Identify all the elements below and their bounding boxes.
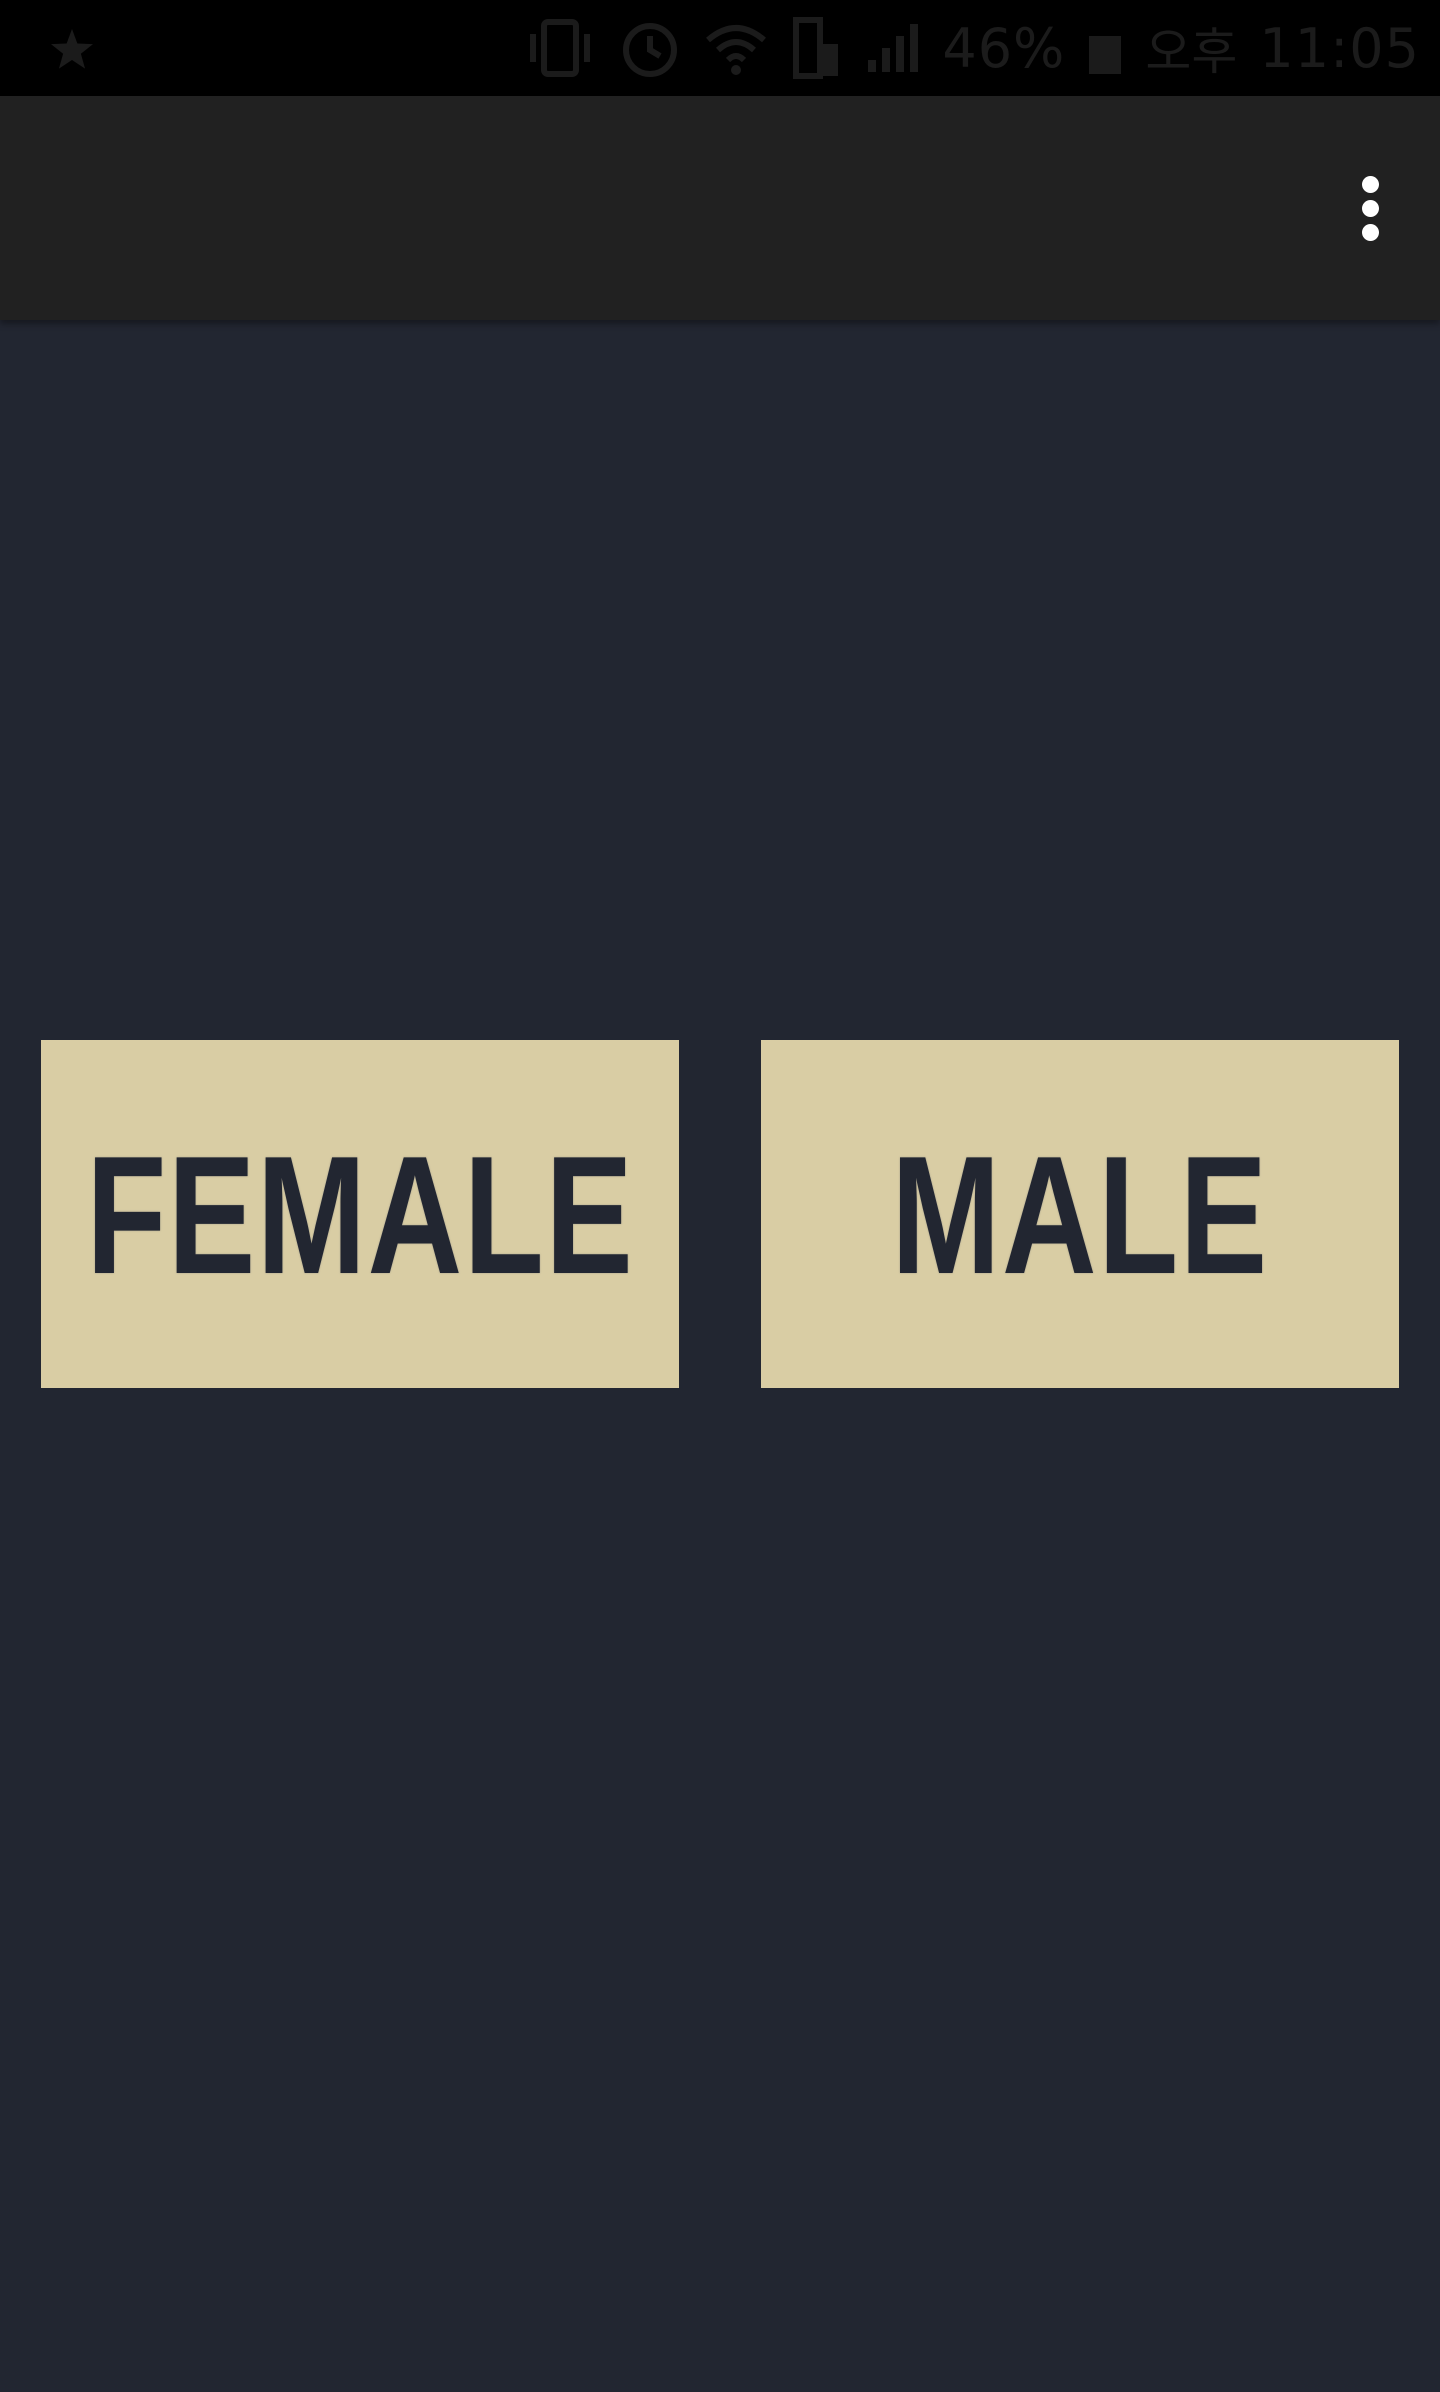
- status-icons: 46% 오후 11:05: [524, 0, 1420, 96]
- battery-icon: [1089, 36, 1122, 74]
- data-transfer-icon: [793, 17, 839, 79]
- wifi-icon: [706, 25, 767, 75]
- male-button[interactable]: MALE: [761, 1040, 1399, 1388]
- status-bar: 46% 오후 11:05: [0, 0, 1440, 96]
- more-vert-icon[interactable]: [1300, 96, 1440, 320]
- app-bar: [0, 96, 1440, 320]
- clock: 11:05: [1259, 16, 1420, 80]
- overflow-dot: [1361, 175, 1379, 193]
- battery-percent: 46%: [942, 16, 1066, 80]
- vibrate-icon: [530, 19, 591, 77]
- overflow-dot: [1361, 199, 1379, 217]
- signal-icon: [868, 24, 919, 72]
- male-label: MALE: [891, 1121, 1269, 1309]
- female-button[interactable]: FEMALE: [41, 1040, 679, 1388]
- alarm-icon: [623, 23, 678, 77]
- star-icon: [51, 29, 93, 69]
- female-label: FEMALE: [85, 1121, 635, 1309]
- ampm-indicator: 오후: [1145, 23, 1238, 81]
- overflow-dot: [1361, 223, 1379, 241]
